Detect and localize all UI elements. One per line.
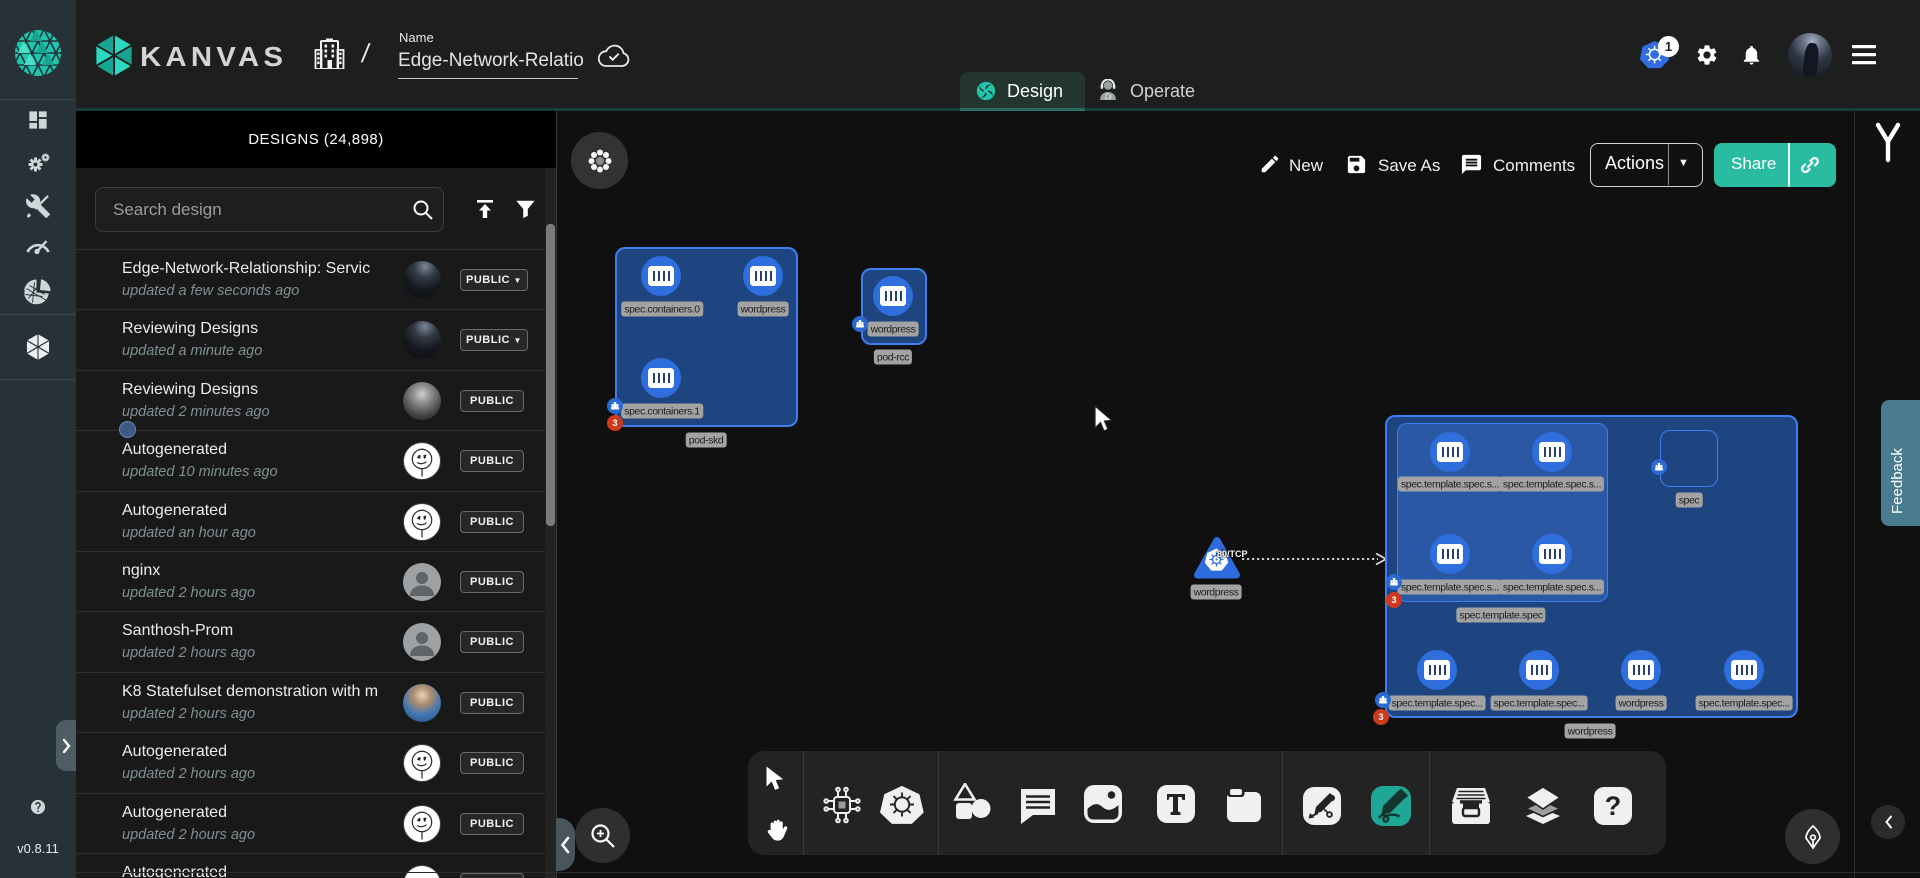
- svg-text:?: ?: [1605, 791, 1622, 821]
